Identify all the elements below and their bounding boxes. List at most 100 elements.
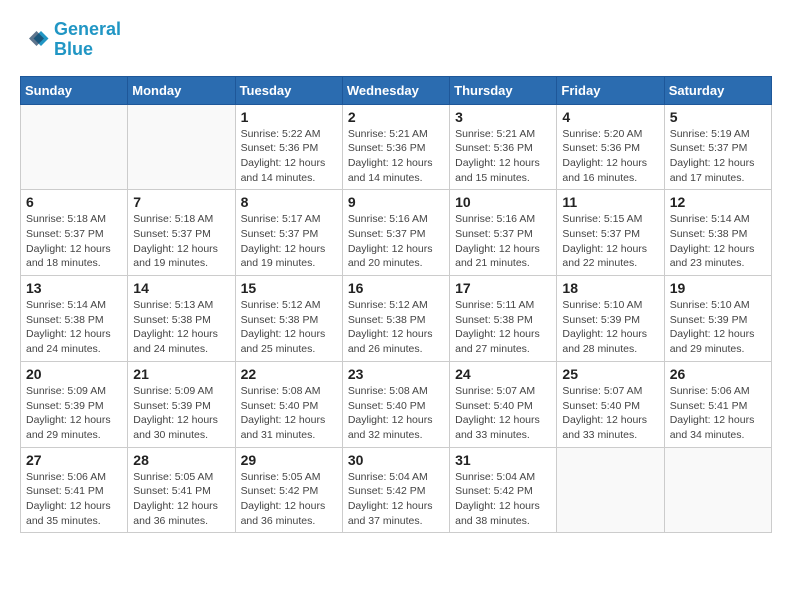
day-number: 7 [133, 194, 229, 210]
calendar-cell [21, 104, 128, 190]
column-header-saturday: Saturday [664, 76, 771, 104]
cell-detail: Sunrise: 5:21 AM Sunset: 5:36 PM Dayligh… [348, 127, 444, 186]
cell-detail: Sunrise: 5:12 AM Sunset: 5:38 PM Dayligh… [348, 298, 444, 357]
header-row: SundayMondayTuesdayWednesdayThursdayFrid… [21, 76, 772, 104]
day-number: 31 [455, 452, 551, 468]
day-number: 23 [348, 366, 444, 382]
day-number: 11 [562, 194, 658, 210]
cell-detail: Sunrise: 5:16 AM Sunset: 5:37 PM Dayligh… [455, 212, 551, 271]
column-header-thursday: Thursday [450, 76, 557, 104]
day-number: 19 [670, 280, 766, 296]
calendar-cell: 4 Sunrise: 5:20 AM Sunset: 5:36 PM Daylig… [557, 104, 664, 190]
calendar-cell: 27 Sunrise: 5:06 AM Sunset: 5:41 PM Dayli… [21, 447, 128, 533]
cell-detail: Sunrise: 5:16 AM Sunset: 5:37 PM Dayligh… [348, 212, 444, 271]
day-number: 15 [241, 280, 337, 296]
day-number: 1 [241, 109, 337, 125]
day-number: 14 [133, 280, 229, 296]
calendar-cell: 5 Sunrise: 5:19 AM Sunset: 5:37 PM Daylig… [664, 104, 771, 190]
cell-detail: Sunrise: 5:05 AM Sunset: 5:42 PM Dayligh… [241, 470, 337, 529]
column-header-monday: Monday [128, 76, 235, 104]
cell-detail: Sunrise: 5:17 AM Sunset: 5:37 PM Dayligh… [241, 212, 337, 271]
calendar-cell: 20 Sunrise: 5:09 AM Sunset: 5:39 PM Dayli… [21, 361, 128, 447]
calendar-cell: 22 Sunrise: 5:08 AM Sunset: 5:40 PM Dayli… [235, 361, 342, 447]
column-header-sunday: Sunday [21, 76, 128, 104]
week-row-4: 20 Sunrise: 5:09 AM Sunset: 5:39 PM Dayli… [21, 361, 772, 447]
cell-detail: Sunrise: 5:20 AM Sunset: 5:36 PM Dayligh… [562, 127, 658, 186]
cell-detail: Sunrise: 5:07 AM Sunset: 5:40 PM Dayligh… [455, 384, 551, 443]
logo-text: General Blue [54, 20, 121, 60]
calendar-cell: 30Sunrise: 5:04 AM Sunset: 5:42 PM Dayli… [342, 447, 449, 533]
day-number: 25 [562, 366, 658, 382]
cell-detail: Sunrise: 5:11 AM Sunset: 5:38 PM Dayligh… [455, 298, 551, 357]
day-number: 18 [562, 280, 658, 296]
week-row-3: 13 Sunrise: 5:14 AM Sunset: 5:38 PM Dayli… [21, 276, 772, 362]
cell-detail: Sunrise: 5:04 AM Sunset: 5:42 PM Dayligh… [348, 470, 444, 529]
day-number: 9 [348, 194, 444, 210]
cell-detail: Sunrise: 5:22 AM Sunset: 5:36 PM Dayligh… [241, 127, 337, 186]
calendar-cell: 6 Sunrise: 5:18 AM Sunset: 5:37 PM Daylig… [21, 190, 128, 276]
calendar-cell: 17 Sunrise: 5:11 AM Sunset: 5:38 PM Dayli… [450, 276, 557, 362]
day-number: 13 [26, 280, 122, 296]
calendar-cell: 31Sunrise: 5:04 AM Sunset: 5:42 PM Dayli… [450, 447, 557, 533]
day-number: 27 [26, 452, 122, 468]
calendar-cell: 10Sunrise: 5:16 AM Sunset: 5:37 PM Dayli… [450, 190, 557, 276]
calendar-cell: 8 Sunrise: 5:17 AM Sunset: 5:37 PM Daylig… [235, 190, 342, 276]
calendar-cell [557, 447, 664, 533]
day-number: 4 [562, 109, 658, 125]
calendar-header: SundayMondayTuesdayWednesdayThursdayFrid… [21, 76, 772, 104]
week-row-1: 1 Sunrise: 5:22 AM Sunset: 5:36 PM Daylig… [21, 104, 772, 190]
week-row-2: 6 Sunrise: 5:18 AM Sunset: 5:37 PM Daylig… [21, 190, 772, 276]
cell-detail: Sunrise: 5:14 AM Sunset: 5:38 PM Dayligh… [26, 298, 122, 357]
cell-detail: Sunrise: 5:10 AM Sunset: 5:39 PM Dayligh… [562, 298, 658, 357]
calendar-cell [664, 447, 771, 533]
day-number: 8 [241, 194, 337, 210]
logo-icon [20, 25, 50, 55]
day-number: 26 [670, 366, 766, 382]
cell-detail: Sunrise: 5:06 AM Sunset: 5:41 PM Dayligh… [670, 384, 766, 443]
day-number: 6 [26, 194, 122, 210]
day-number: 21 [133, 366, 229, 382]
cell-detail: Sunrise: 5:09 AM Sunset: 5:39 PM Dayligh… [26, 384, 122, 443]
calendar-cell: 13 Sunrise: 5:14 AM Sunset: 5:38 PM Dayli… [21, 276, 128, 362]
calendar-body: 1 Sunrise: 5:22 AM Sunset: 5:36 PM Daylig… [21, 104, 772, 533]
calendar-cell: 28Sunrise: 5:05 AM Sunset: 5:41 PM Dayli… [128, 447, 235, 533]
column-header-tuesday: Tuesday [235, 76, 342, 104]
calendar-cell: 1 Sunrise: 5:22 AM Sunset: 5:36 PM Daylig… [235, 104, 342, 190]
day-number: 29 [241, 452, 337, 468]
cell-detail: Sunrise: 5:06 AM Sunset: 5:41 PM Dayligh… [26, 470, 122, 529]
cell-detail: Sunrise: 5:10 AM Sunset: 5:39 PM Dayligh… [670, 298, 766, 357]
cell-detail: Sunrise: 5:09 AM Sunset: 5:39 PM Dayligh… [133, 384, 229, 443]
cell-detail: Sunrise: 5:12 AM Sunset: 5:38 PM Dayligh… [241, 298, 337, 357]
cell-detail: Sunrise: 5:19 AM Sunset: 5:37 PM Dayligh… [670, 127, 766, 186]
cell-detail: Sunrise: 5:18 AM Sunset: 5:37 PM Dayligh… [26, 212, 122, 271]
calendar-cell: 19 Sunrise: 5:10 AM Sunset: 5:39 PM Dayli… [664, 276, 771, 362]
cell-detail: Sunrise: 5:14 AM Sunset: 5:38 PM Dayligh… [670, 212, 766, 271]
calendar-cell: 12 Sunrise: 5:14 AM Sunset: 5:38 PM Dayli… [664, 190, 771, 276]
calendar-cell: 24 Sunrise: 5:07 AM Sunset: 5:40 PM Dayli… [450, 361, 557, 447]
cell-detail: Sunrise: 5:08 AM Sunset: 5:40 PM Dayligh… [241, 384, 337, 443]
calendar-cell: 3Sunrise: 5:21 AM Sunset: 5:36 PM Daylig… [450, 104, 557, 190]
day-number: 28 [133, 452, 229, 468]
day-number: 12 [670, 194, 766, 210]
calendar-cell: 14Sunrise: 5:13 AM Sunset: 5:38 PM Dayli… [128, 276, 235, 362]
calendar-cell: 7 Sunrise: 5:18 AM Sunset: 5:37 PM Daylig… [128, 190, 235, 276]
calendar-cell: 21 Sunrise: 5:09 AM Sunset: 5:39 PM Dayli… [128, 361, 235, 447]
calendar-cell: 16 Sunrise: 5:12 AM Sunset: 5:38 PM Dayli… [342, 276, 449, 362]
calendar-cell: 23Sunrise: 5:08 AM Sunset: 5:40 PM Dayli… [342, 361, 449, 447]
day-number: 20 [26, 366, 122, 382]
column-header-friday: Friday [557, 76, 664, 104]
calendar-cell: 15 Sunrise: 5:12 AM Sunset: 5:38 PM Dayli… [235, 276, 342, 362]
calendar-cell: 2Sunrise: 5:21 AM Sunset: 5:36 PM Daylig… [342, 104, 449, 190]
column-header-wednesday: Wednesday [342, 76, 449, 104]
day-number: 5 [670, 109, 766, 125]
calendar-cell: 26 Sunrise: 5:06 AM Sunset: 5:41 PM Dayli… [664, 361, 771, 447]
day-number: 17 [455, 280, 551, 296]
day-number: 22 [241, 366, 337, 382]
calendar-cell: 9 Sunrise: 5:16 AM Sunset: 5:37 PM Daylig… [342, 190, 449, 276]
day-number: 24 [455, 366, 551, 382]
cell-detail: Sunrise: 5:18 AM Sunset: 5:37 PM Dayligh… [133, 212, 229, 271]
calendar-cell: 29 Sunrise: 5:05 AM Sunset: 5:42 PM Dayli… [235, 447, 342, 533]
logo: General Blue [20, 20, 121, 60]
day-number: 16 [348, 280, 444, 296]
calendar-table: SundayMondayTuesdayWednesdayThursdayFrid… [20, 76, 772, 534]
